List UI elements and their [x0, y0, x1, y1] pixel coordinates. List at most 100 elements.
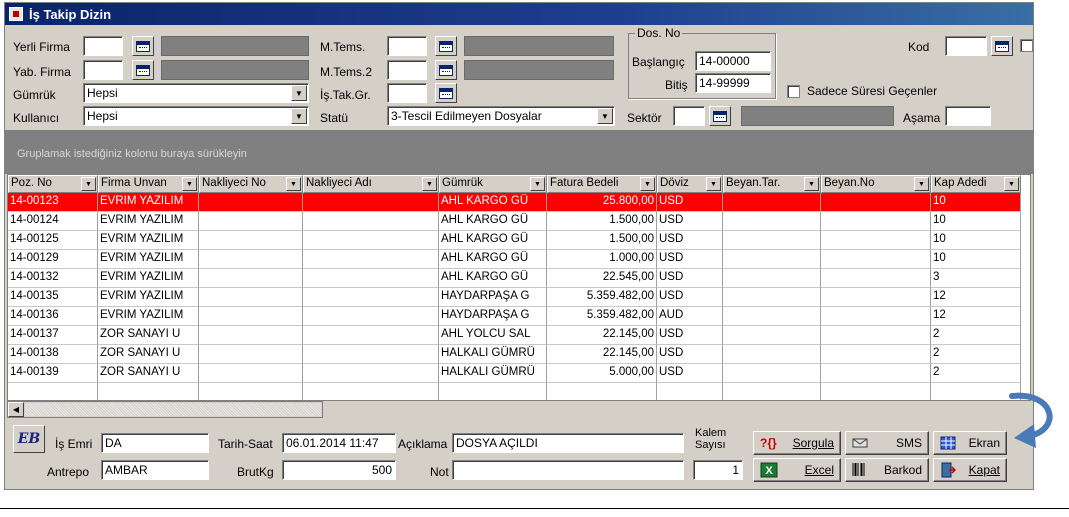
kod-label: Kod: [908, 40, 930, 54]
kod-checkbox[interactable]: [1020, 39, 1033, 52]
table-row[interactable]: 14-00125 EVRIM YAZILIM AHL KARGO GÜ 1.500,0…: [8, 231, 1021, 250]
table-cell: [303, 345, 439, 364]
results-grid[interactable]: Poz. No ▼ Firma Unvan ▼ Nakliyeci No ▼ Nakliye…: [7, 174, 1031, 401]
column-header[interactable]: Kap Adedi ▼: [931, 175, 1021, 193]
column-filter-dropdown-icon[interactable]: ▼: [286, 177, 301, 191]
kapat-button[interactable]: Kapat: [933, 458, 1007, 482]
column-header-label: Nakliyeci No: [202, 177, 266, 189]
column-header[interactable]: Firma Unvan ▼: [98, 175, 199, 193]
table-cell: EVRIM YAZILIM: [98, 231, 199, 250]
column-header[interactable]: Fatura Bedeli ▼: [547, 175, 657, 193]
excel-button[interactable]: X Excel: [753, 458, 841, 482]
column-filter-dropdown-icon[interactable]: ▼: [81, 177, 96, 191]
sektor-label: Sektör: [627, 111, 662, 125]
scroll-left-icon[interactable]: ◀: [8, 402, 24, 417]
column-filter-dropdown-icon[interactable]: ▼: [530, 177, 545, 191]
mtems2-code-input[interactable]: [387, 60, 427, 80]
tarih-saat-input[interactable]: 06.01.2014 11:47: [282, 433, 396, 453]
sadece-suresi-gecenler-checkbox[interactable]: [787, 85, 800, 98]
mtems2-picker-button[interactable]: [435, 60, 457, 80]
column-header[interactable]: Nakliyeci Adı ▼: [303, 175, 439, 193]
column-header[interactable]: Döviz ▼: [657, 175, 723, 193]
sektor-picker-button[interactable]: [709, 106, 731, 126]
table-row[interactable]: 14-00124 EVRIM YAZILIM AHL KARGO GÜ 1.500,0…: [8, 212, 1021, 231]
not-input[interactable]: [452, 460, 684, 480]
table-cell: 3: [931, 269, 1021, 288]
column-header[interactable]: Beyan.Tar. ▼: [723, 175, 821, 193]
scroll-track[interactable]: [25, 403, 321, 416]
table-row[interactable]: 14-00137 ZOR SANAYI U AHL YOLCU SAL 22.145,…: [8, 326, 1021, 345]
is-emri-label: İş Emri: [55, 437, 93, 451]
gumruk-select[interactable]: Hepsi ▼: [83, 83, 309, 103]
chevron-down-icon[interactable]: ▼: [291, 85, 307, 101]
table-row[interactable]: 14-00138 ZOR SANAYI U HALKALI GÜMRÜ 22.145,…: [8, 345, 1021, 364]
is-tak-gr-picker-button[interactable]: [435, 83, 457, 103]
sms-button[interactable]: SMS: [845, 431, 929, 455]
eb-logo-icon[interactable]: EB: [13, 425, 45, 453]
table-row[interactable]: 14-00135 EVRIM YAZILIM HAYDARPAŞA G 5.359.4…: [8, 288, 1021, 307]
bitis-input[interactable]: 14-99999: [695, 73, 771, 93]
mtems-label: M.Tems.: [320, 40, 366, 54]
kalem-label-line1: Kalem: [695, 427, 727, 439]
yab-firma-picker-button[interactable]: [132, 60, 154, 80]
chevron-down-icon[interactable]: ▼: [291, 108, 307, 124]
table-cell: AHL KARGO GÜ: [439, 231, 547, 250]
table-row[interactable]: 14-00139 ZOR SANAYI U HALKALI GÜMRÜ 5.000,0…: [8, 364, 1021, 383]
table-cell: [821, 307, 931, 326]
table-cell: 14-00129: [8, 250, 98, 269]
aciklama-input[interactable]: DOSYA AÇILDI: [452, 433, 684, 453]
mtems-code-input[interactable]: [387, 36, 427, 56]
column-header[interactable]: Gümrük ▼: [439, 175, 547, 193]
sms-icon: [852, 437, 868, 449]
column-filter-dropdown-icon[interactable]: ▼: [182, 177, 197, 191]
column-filter-dropdown-icon[interactable]: ▼: [804, 177, 819, 191]
table-cell: [657, 383, 723, 400]
yerli-firma-picker-button[interactable]: [132, 36, 154, 56]
chevron-down-icon[interactable]: ▼: [597, 108, 613, 124]
column-filter-dropdown-icon[interactable]: ▼: [914, 177, 929, 191]
yab-firma-code-input[interactable]: [83, 60, 123, 80]
column-filter-dropdown-icon[interactable]: ▼: [640, 177, 655, 191]
antrepo-input[interactable]: AMBAR: [101, 460, 209, 480]
sektor-code-input[interactable]: [673, 106, 705, 126]
table-row[interactable]: 14-00129 EVRIM YAZILIM AHL KARGO GÜ 1.000,0…: [8, 250, 1021, 269]
table-cell: 14-00132: [8, 269, 98, 288]
is-emri-input[interactable]: DA: [101, 433, 209, 453]
column-header[interactable]: Beyan.No ▼: [821, 175, 931, 193]
barkod-button-label: Barkod: [883, 463, 922, 477]
yab-firma-name-field: [161, 60, 309, 80]
statu-select[interactable]: 3-Tescil Edilmeyen Dosyalar ▼: [387, 106, 615, 126]
group-by-drop-area[interactable]: Gruplamak istediğiniz kolonu buraya sürü…: [5, 130, 1033, 174]
kod-input[interactable]: [945, 36, 987, 56]
sorgula-button[interactable]: ?{} Sorgula: [753, 431, 841, 455]
mtems-picker-button[interactable]: [435, 36, 457, 56]
baslangic-input[interactable]: 14-00000: [695, 51, 771, 71]
bitis-label: Bitiş: [665, 78, 688, 92]
column-header[interactable]: Nakliyeci No ▼: [199, 175, 303, 193]
asama-input[interactable]: [945, 106, 991, 126]
excel-button-label: Excel: [804, 463, 834, 477]
horizontal-scrollbar[interactable]: ◀: [7, 401, 323, 418]
table-cell: [723, 193, 821, 212]
column-filter-dropdown-icon[interactable]: ▼: [706, 177, 721, 191]
table-row[interactable]: 14-00136 EVRIM YAZILIM HAYDARPAŞA G 5.359.4…: [8, 307, 1021, 326]
table-row[interactable]: 14-00123 EVRIM YAZILIM AHL KARGO GÜ 25.800,…: [8, 193, 1021, 212]
kalem-sayisi-input[interactable]: 1: [693, 460, 743, 480]
table-cell: AHL KARGO GÜ: [439, 250, 547, 269]
barkod-button[interactable]: Barkod: [845, 458, 929, 482]
is-tak-gr-code-input[interactable]: [387, 83, 427, 103]
kod-picker-button[interactable]: [991, 36, 1013, 56]
brutkg-input[interactable]: 500: [282, 460, 396, 480]
ekran-button[interactable]: Ekran: [933, 431, 1007, 455]
column-filter-dropdown-icon[interactable]: ▼: [422, 177, 437, 191]
table-cell: EVRIM YAZILIM: [98, 269, 199, 288]
column-header[interactable]: Poz. No ▼: [8, 175, 98, 193]
column-filter-dropdown-icon[interactable]: ▼: [1004, 177, 1019, 191]
yerli-firma-code-input[interactable]: [83, 36, 123, 56]
table-row[interactable]: 14-00132 EVRIM YAZILIM AHL KARGO GÜ 22.545,…: [8, 269, 1021, 288]
table-row-empty: [8, 383, 1021, 400]
column-header-label: Kap Adedi: [934, 177, 987, 189]
is-tak-gr-label: İş.Tak.Gr.: [320, 88, 371, 102]
kullanici-select[interactable]: Hepsi ▼: [83, 106, 309, 126]
table-cell: 1.500,00: [547, 231, 657, 250]
